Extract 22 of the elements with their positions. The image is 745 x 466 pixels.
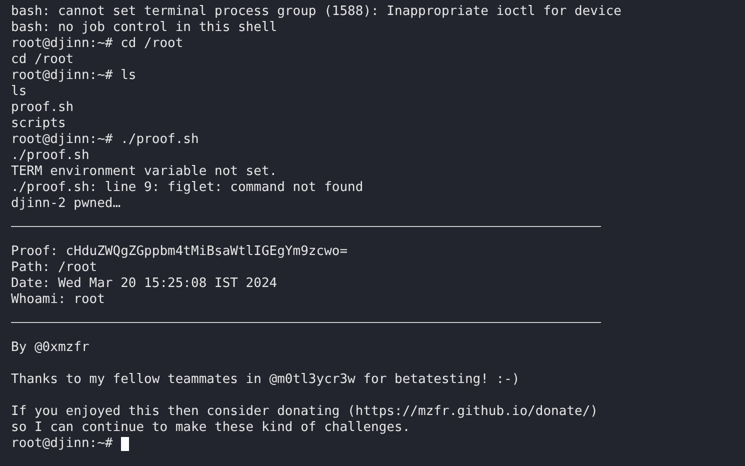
terminal-line: root@djinn:~# ls (11, 68, 136, 84)
terminal-line: proof.sh (11, 100, 74, 116)
terminal-line: root@djinn:~# ./proof.sh (11, 132, 199, 148)
terminal-line: bash: no job control in this shell (11, 20, 278, 36)
terminal-line: ./proof.sh: line 9: figlet: command not found (11, 180, 364, 196)
terminal-line: Proof: cHduZWQgZGppbm4tMiBsaWtlIGEgYm9zcwo= (11, 244, 348, 260)
shell-prompt: root@djinn:~# (11, 436, 113, 452)
terminal-line: If you enjoyed this then consider donating (https://mzfr.github.io/donate/) (11, 404, 598, 420)
terminal-line: Thanks to my fellow teammates in @m0tl3ycr3w for betatesting! :-) (11, 372, 520, 388)
terminal-line: Date: Wed Mar 20 15:25:08 IST 2024 (11, 276, 278, 292)
terminal-line: scripts (11, 116, 66, 132)
terminal-line: cd /root (11, 52, 74, 68)
terminal-line: so I can continue to make these kind of challenges. (11, 420, 410, 436)
terminal-line: root@djinn:~# cd /root (11, 36, 184, 52)
terminal-line: ./proof.sh (11, 148, 90, 164)
terminal-line: TERM environment variable not set. (11, 164, 278, 180)
terminal-line: Path: /root (11, 260, 98, 276)
terminal-line: Whoami: root (11, 292, 105, 308)
terminal-line: bash: cannot set terminal process group (1588): Inappropriate ioctl for device (11, 4, 622, 20)
terminal-line: By @0xmzfr (11, 340, 90, 356)
terminal-line: djinn-2 pwned… (11, 196, 121, 212)
terminal-line: ls (11, 84, 27, 100)
